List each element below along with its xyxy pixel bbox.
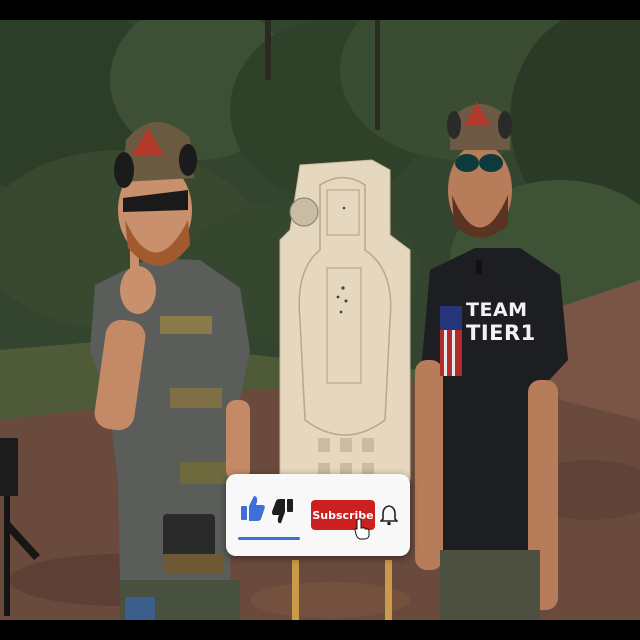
left-right-arm — [226, 400, 250, 480]
flag-graphic — [440, 306, 462, 376]
subscribe-overlay: Subscribe — [226, 474, 410, 556]
right-sunglasses — [455, 154, 479, 172]
holster — [163, 514, 215, 560]
belt — [163, 554, 223, 574]
dislike-button[interactable] — [272, 498, 294, 526]
like-button[interactable] — [240, 494, 266, 522]
like-underline — [238, 537, 300, 540]
right-pants — [440, 550, 540, 620]
target-stake-right — [385, 560, 392, 620]
target-emblem — [289, 197, 319, 227]
subscribe-button[interactable]: Subscribe — [311, 500, 375, 530]
thumbs-up-icon — [241, 496, 265, 521]
right-left-arm — [415, 360, 443, 570]
shirt-print: TEAM TIER1 — [466, 301, 536, 344]
thumbs-down-icon — [272, 499, 293, 524]
notification-bell-button[interactable] — [379, 504, 399, 526]
left-ear-protection — [114, 152, 134, 188]
bell-icon — [379, 505, 399, 526]
lapel-mic — [476, 260, 482, 274]
video-frame: TEAM TIER1 Subscribe — [0, 0, 640, 640]
right-ear-protection — [447, 111, 461, 139]
target-stake-left — [292, 560, 299, 620]
shirt-text-team: TEAM — [466, 299, 528, 321]
shirt-text-tier: TIER1 — [466, 321, 536, 345]
phone-in-pocket — [125, 597, 155, 620]
